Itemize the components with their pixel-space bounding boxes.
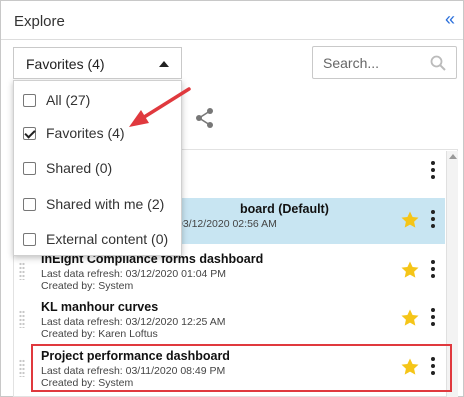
star-icon[interactable]: [400, 210, 420, 230]
filter-option-label: Shared (0): [46, 160, 113, 176]
panel-header: Explore «: [1, 1, 463, 40]
caret-up-icon: [159, 61, 169, 67]
filter-option-label: All (27): [46, 92, 91, 108]
dashboard-creator: Created by: Karen Loftus: [41, 328, 158, 340]
checkbox-checked[interactable]: [23, 127, 36, 140]
more-options-icon[interactable]: [430, 210, 436, 230]
share-icon[interactable]: [194, 107, 216, 129]
drag-handle-icon[interactable]: [19, 310, 25, 328]
filter-dropdown[interactable]: Favorites (4): [13, 47, 182, 79]
checkbox[interactable]: [23, 94, 36, 107]
filter-option-label: External content (0): [46, 231, 169, 247]
drag-handle-icon[interactable]: [19, 359, 25, 377]
filter-option-label: Favorites (4): [46, 125, 125, 141]
more-options-icon[interactable]: [430, 308, 436, 328]
dashboard-creator: Created by: System: [41, 280, 134, 292]
dashboard-refresh: Last data refresh: 03/12/2020 01:04 PM: [41, 268, 227, 280]
dashboard-row[interactable]: KL manhour curves Last data refresh: 03/…: [14, 296, 445, 342]
dashboard-refresh: 03/12/2020 02:56 AM: [177, 218, 277, 230]
scroll-up-icon[interactable]: [449, 154, 457, 159]
checkbox[interactable]: [23, 198, 36, 211]
highlight-annotation: [31, 344, 452, 392]
star-icon[interactable]: [400, 308, 420, 328]
star-icon[interactable]: [400, 260, 420, 280]
checkbox[interactable]: [23, 162, 36, 175]
double-chevron-left-icon[interactable]: «: [445, 9, 455, 29]
dashboard-name: KL manhour curves: [41, 300, 159, 314]
filter-menu: All (27) Favorites (4) Shared (0) Shared…: [13, 80, 182, 256]
more-options-icon[interactable]: [430, 260, 436, 280]
filter-option-label: Shared with me (2): [46, 196, 165, 212]
panel-title: Explore: [14, 13, 65, 30]
search-icon[interactable]: [430, 55, 446, 71]
search-box[interactable]: [312, 46, 457, 79]
filter-dropdown-label: Favorites (4): [26, 56, 105, 72]
checkbox[interactable]: [23, 233, 36, 246]
more-options-icon[interactable]: [430, 161, 436, 181]
dashboard-refresh: Last data refresh: 03/12/2020 12:25 AM: [41, 316, 226, 328]
search-input[interactable]: [323, 54, 428, 72]
drag-handle-icon[interactable]: [19, 262, 25, 280]
dashboard-name: board (Default): [240, 202, 329, 216]
explore-panel: Explore « board (Default) 03/12/2020 02:…: [0, 0, 464, 397]
